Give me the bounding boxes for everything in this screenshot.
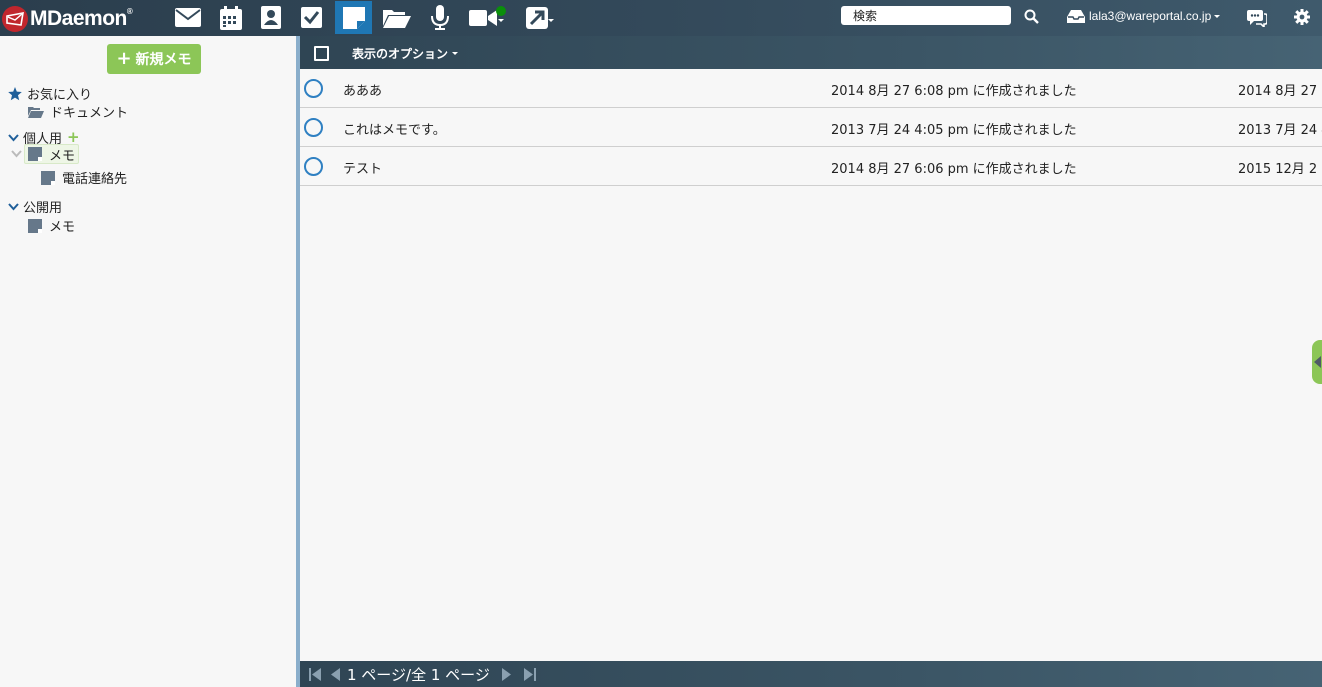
star-icon xyxy=(8,86,22,100)
logo[interactable]: MDaemon® xyxy=(2,6,133,32)
favorites-section[interactable]: お気に入り xyxy=(8,84,92,103)
chevron-down-icon[interactable] xyxy=(8,202,19,211)
view-options-caret xyxy=(452,52,459,55)
memo-modified: 2014 8月 27 6 xyxy=(1238,84,1322,99)
account-email: lala3@wareportal.co.jp xyxy=(1089,9,1212,23)
view-options-dropdown[interactable]: 表示のオプション xyxy=(352,45,459,62)
public-label: 公開用 xyxy=(23,201,63,216)
sidebar-item-label: メモ xyxy=(49,220,76,235)
gear-icon[interactable] xyxy=(1294,9,1310,29)
search-icon[interactable] xyxy=(1024,9,1039,28)
sidebar-item-documents[interactable]: ドキュメント xyxy=(28,102,128,121)
favorites-label: お気に入り xyxy=(27,88,93,103)
memo-created: 2013 7月 24 4:05 pm に作成されました xyxy=(831,123,1077,138)
row-select-radio[interactable] xyxy=(304,157,323,176)
row-select-radio[interactable] xyxy=(304,118,323,137)
memo-modified: 2013 7月 24 4 xyxy=(1238,123,1322,138)
last-page-icon[interactable] xyxy=(524,668,536,681)
prev-page-icon[interactable] xyxy=(331,668,340,681)
sidebar: + 新規メモ お気に入り ドキュメント 個人用 + メモ 電話連絡先 公開用 メ… xyxy=(0,36,296,687)
chevron-down-icon[interactable] xyxy=(11,150,22,158)
next-page-icon[interactable] xyxy=(502,668,511,681)
memo-icon xyxy=(28,147,42,161)
documents-icon[interactable] xyxy=(378,1,415,34)
memo-modified: 2015 12月 2 1 xyxy=(1238,162,1322,177)
new-memo-button[interactable]: + 新規メモ xyxy=(107,44,201,74)
calendar-icon[interactable] xyxy=(212,1,249,34)
list-header: 表示のオプション xyxy=(300,36,1322,69)
sidebar-item-personal-memo[interactable]: メモ xyxy=(11,144,80,164)
chat-icon[interactable] xyxy=(1247,9,1268,31)
logo-text: MDaemon® xyxy=(30,7,133,30)
tasks-icon[interactable] xyxy=(293,1,330,34)
memo-title: テスト xyxy=(343,162,383,177)
add-folder-icon[interactable]: + xyxy=(67,130,80,145)
sidebar-item-label: ドキュメント xyxy=(50,106,129,121)
folder-open-icon xyxy=(28,106,44,118)
mdaemon-logo-icon xyxy=(2,6,28,32)
mail-icon[interactable] xyxy=(169,1,206,34)
plus-icon: + xyxy=(116,48,132,69)
public-section[interactable]: 公開用 xyxy=(8,197,62,216)
video-icon[interactable] xyxy=(464,1,501,34)
memo-created: 2014 8月 27 6:08 pm に作成されました xyxy=(831,84,1077,99)
select-all-checkbox[interactable] xyxy=(314,46,329,61)
pager: 1 ページ/全 1 ページ xyxy=(300,661,1322,687)
chevron-down-icon[interactable] xyxy=(8,133,19,142)
share-icon[interactable] xyxy=(518,1,555,34)
sidebar-item-label: メモ xyxy=(49,148,76,164)
notes-icon[interactable] xyxy=(335,1,372,34)
memo-icon xyxy=(28,218,42,233)
memo-created: 2014 8月 27 6:06 pm に作成されました xyxy=(831,162,1077,177)
memo-title: あああ xyxy=(343,84,383,99)
sidebar-item-label: 電話連絡先 xyxy=(62,172,128,187)
view-options-label: 表示のオプション xyxy=(352,47,449,61)
voice-icon[interactable] xyxy=(421,1,458,34)
search-input[interactable] xyxy=(841,6,1011,25)
memo-list-panel: 表示のオプション あああ 2014 8月 27 6:08 pm に作成されました… xyxy=(300,36,1322,687)
contacts-icon[interactable] xyxy=(252,1,289,34)
account-menu[interactable]: lala3@wareportal.co.jp xyxy=(1067,9,1221,23)
selected-folder[interactable]: メモ xyxy=(24,144,80,164)
account-dropdown-caret xyxy=(1214,14,1221,18)
presence-status-icon xyxy=(496,6,506,16)
inbox-icon xyxy=(1067,9,1085,23)
table-row[interactable]: これはメモです。 2013 7月 24 4:05 pm に作成されました 201… xyxy=(300,108,1322,147)
memo-title: これはメモです。 xyxy=(343,123,446,138)
first-page-icon[interactable] xyxy=(309,668,321,681)
page-indicator: 1 ページ/全 1 ページ xyxy=(347,666,490,684)
top-bar: MDaemon® lala3@wareportal.co.jp xyxy=(0,0,1322,36)
memo-icon xyxy=(41,170,55,185)
sidebar-item-public-memo[interactable]: メモ xyxy=(28,216,75,235)
preview-pane-toggle[interactable] xyxy=(1312,340,1322,384)
row-select-radio[interactable] xyxy=(304,79,323,98)
table-row[interactable]: テスト 2014 8月 27 6:06 pm に作成されました 2015 12月… xyxy=(300,147,1322,186)
video-dropdown-caret[interactable] xyxy=(498,19,504,22)
table-row[interactable]: あああ 2014 8月 27 6:08 pm に作成されました 2014 8月 … xyxy=(300,69,1322,108)
share-dropdown-caret[interactable] xyxy=(548,19,554,22)
new-memo-label: 新規メモ xyxy=(135,52,192,68)
sidebar-item-phone-contacts[interactable]: 電話連絡先 xyxy=(41,168,127,187)
